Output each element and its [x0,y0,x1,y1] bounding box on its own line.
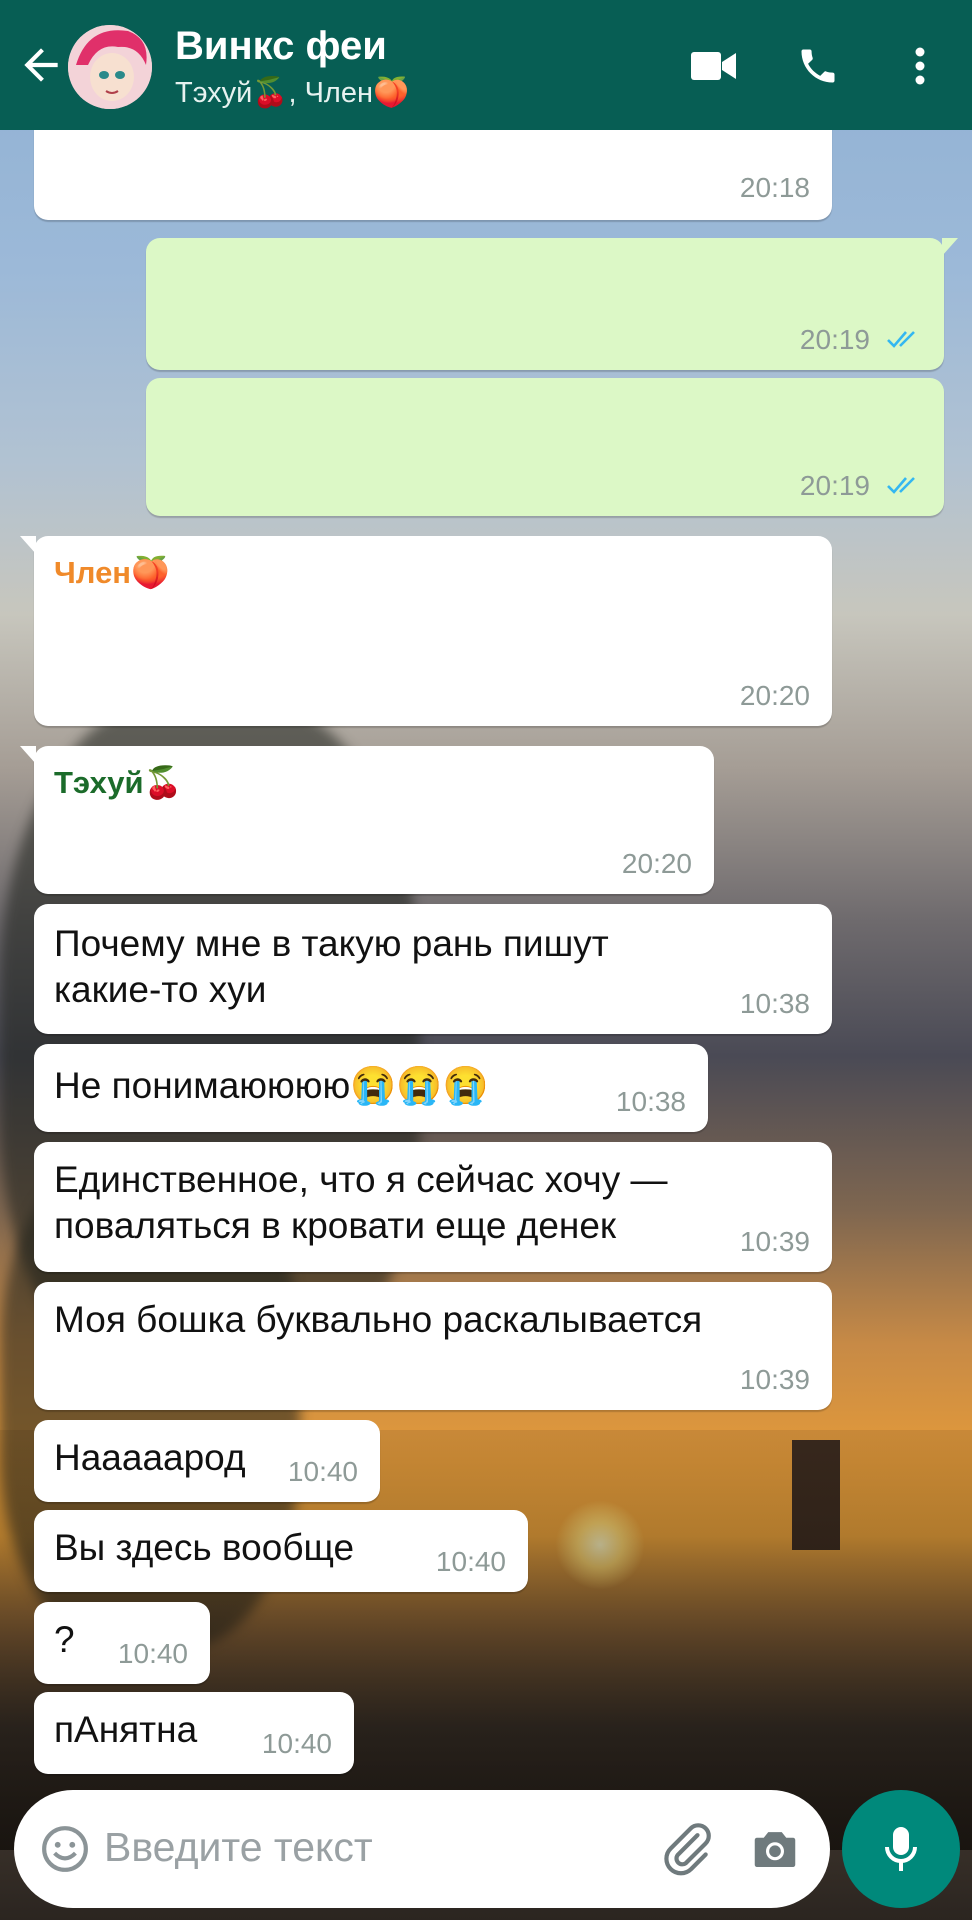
phone-icon [801,49,835,83]
chat-participants[interactable]: Тэхуй🍒, Член🍑 [175,76,409,110]
message-time: 10:39 [739,1364,810,1395]
message-text-line: какие-то хуи [54,969,267,1010]
chat-title[interactable]: Винкс феи [175,24,387,69]
camera-button[interactable] [748,1822,802,1881]
message-text-line: Единственное, что я сейчас хочу — [54,1159,668,1200]
bubble-tail [20,746,36,764]
bubble-tail [20,536,36,554]
message-bubble-incoming[interactable]: Почему мне в такую рань пишут какие-то х… [34,904,832,1034]
emoji-icon [42,1826,88,1872]
message-bubble-incoming[interactable]: Член🍑 20:20 [20,536,832,726]
message-time: 10:38 [615,1086,686,1117]
back-button[interactable] [16,40,66,90]
message-text: пАнятна [54,1709,198,1750]
read-ticks-icon [887,477,915,494]
message-bubble-outgoing[interactable]: 20:19 [146,378,944,516]
message-bubble-outgoing[interactable]: 20:19 [146,238,958,370]
message-time: 20:19 [799,470,870,501]
message-bubble-incoming[interactable]: Моя бошка буквально раскалывается 10:39 [34,1282,832,1410]
message-time: 10:40 [117,1638,188,1669]
message-bubble-incoming[interactable]: Единственное, что я сейчас хочу — поваля… [34,1142,832,1272]
message-bubble-incoming[interactable]: Вы здесь вообще 10:40 [34,1510,528,1592]
read-ticks-icon [887,331,915,348]
attach-button[interactable] [659,1820,715,1881]
camera-icon [754,1832,796,1867]
mic-icon [885,1827,917,1871]
message-time: 10:39 [739,1226,810,1257]
message-text: Моя бошка буквально раскалывается [54,1299,703,1340]
message-time: 10:38 [739,988,810,1019]
message-bubble-incoming[interactable]: пАнятна 10:40 [34,1692,354,1774]
voice-record-button[interactable] [842,1790,960,1908]
bubble-tail [942,238,958,256]
message-text: ? [54,1619,75,1660]
message-bubble-incoming[interactable]: Тэхуй🍒 20:20 [20,746,714,894]
message-text: Нааааaрод [54,1437,246,1478]
voice-call-button[interactable] [790,38,846,94]
avatar-image [68,25,152,109]
message-text-line: поваляться в кровати еще денек [54,1205,617,1246]
video-call-icon [691,52,736,80]
message-composer: Введите текст [14,1790,830,1908]
message-time: 10:40 [261,1728,332,1759]
message-time: 10:40 [287,1456,358,1487]
message-time: 20:20 [621,848,692,879]
group-avatar[interactable] [68,25,152,109]
message-bubble-incoming[interactable]: Нааааaрод 10:40 [34,1420,380,1502]
message-bubble-incoming[interactable]: Не понимаюююю😭😭😭 10:38 [34,1044,708,1132]
chat-header: Винкс феи Тэхуй🍒, Член🍑 [0,0,972,130]
back-arrow-icon [24,48,58,82]
more-vert-icon [915,47,925,85]
message-sender[interactable]: Тэхуй🍒 [54,764,182,801]
message-bubble-incoming[interactable]: ? 10:40 [34,1602,210,1684]
more-options-button[interactable] [892,38,948,94]
message-text: Вы здесь вообще [54,1527,355,1568]
attach-icon [664,1823,711,1876]
message-time: 20:18 [739,172,810,203]
message-input[interactable]: Введите текст [104,1824,373,1871]
video-call-button[interactable] [686,38,742,94]
message-time: 20:20 [739,680,810,711]
message-time: 20:19 [799,324,870,355]
message-sender[interactable]: Член🍑 [54,554,170,591]
emoji-button[interactable] [40,1824,90,1879]
message-time: 10:40 [435,1546,506,1577]
message-text-line: Почему мне в такую рань пишут [54,923,609,964]
message-text: Не понимаюююю😭😭😭 [54,1065,489,1106]
